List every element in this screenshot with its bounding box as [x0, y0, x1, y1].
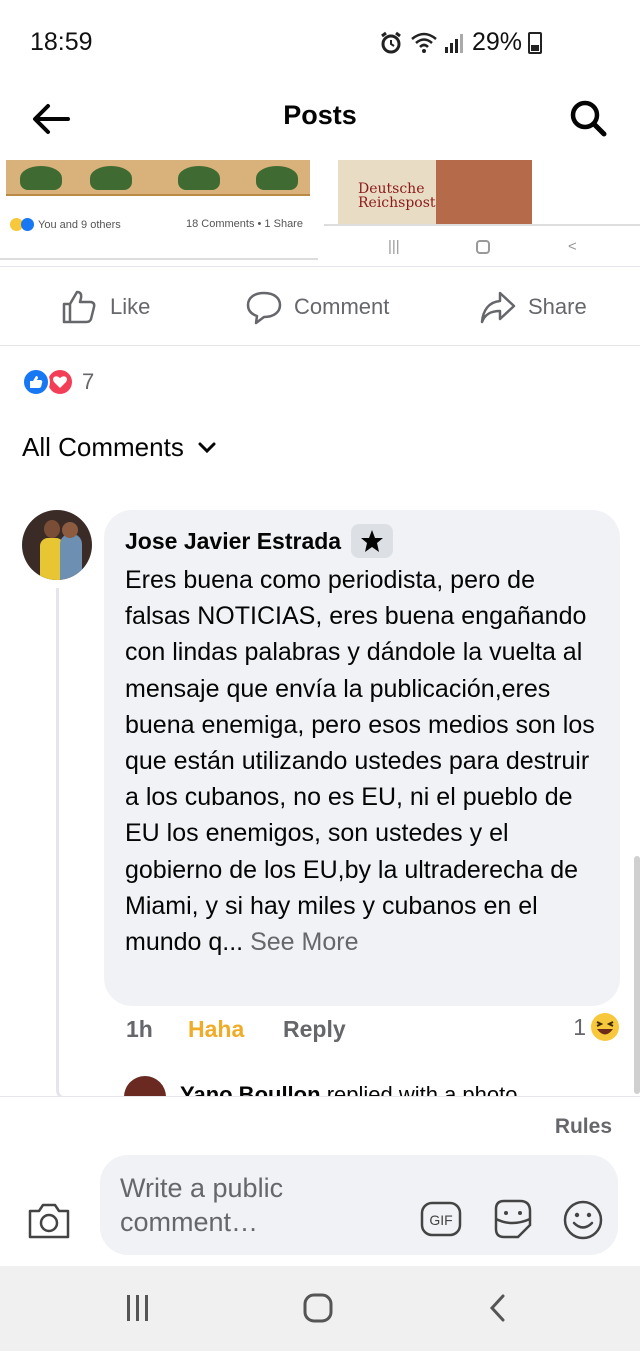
avatar[interactable]: [22, 510, 92, 580]
comments-filter-label: All Comments: [22, 432, 184, 462]
battery-percent: 29%: [472, 28, 523, 56]
system-nav-bar: [0, 1266, 640, 1351]
haha-reaction-button[interactable]: Haha: [188, 1016, 244, 1043]
comment-bubble[interactable]: Jose Javier Estrada Eres buena como peri…: [104, 510, 620, 1006]
comments-filter-dropdown[interactable]: All Comments: [22, 432, 216, 463]
page-title: Posts: [283, 100, 357, 130]
recent-apps-icon: [127, 1295, 148, 1321]
reply-avatar[interactable]: [124, 1076, 166, 1096]
back-nav-button[interactable]: [478, 1290, 518, 1326]
alarm-icon: [381, 31, 401, 53]
rules-link[interactable]: Rules: [555, 1115, 612, 1139]
svg-text:GIF: GIF: [429, 1212, 452, 1228]
status-icons: 29%: [378, 28, 543, 57]
reaction-summary[interactable]: 7: [22, 366, 94, 398]
search-icon: [570, 100, 607, 137]
gif-button[interactable]: GIF: [420, 1199, 462, 1239]
comment-text: Eres buena como periodista, pero de fals…: [125, 566, 595, 957]
top-fan-star-icon: [351, 524, 394, 558]
home-icon: [303, 1293, 333, 1323]
header: Posts: [0, 84, 640, 154]
see-more-link[interactable]: See More: [250, 928, 358, 956]
back-chevron-icon: [489, 1294, 505, 1322]
camera-icon: [28, 1203, 70, 1239]
reply-preview[interactable]: Yano Boullon replied with a photo: [124, 1074, 544, 1096]
comment-input[interactable]: Write a public comment… GIF: [100, 1155, 618, 1255]
preview-reactions: You and 9 others: [10, 218, 121, 231]
comment-button[interactable]: Comment: [246, 287, 389, 327]
signal-icon: [445, 33, 463, 53]
home-button[interactable]: [298, 1290, 338, 1326]
sticker-button[interactable]: [490, 1197, 534, 1241]
thread-line: [56, 588, 66, 1100]
author-name[interactable]: Jose Javier Estrada: [125, 528, 341, 555]
comment-composer: Rules Write a public comment… GIF: [0, 1096, 640, 1266]
gif-icon: GIF: [420, 1201, 462, 1237]
status-time: 18:59: [30, 28, 93, 56]
comment-label: Comment: [294, 294, 390, 319]
shared-post-image[interactable]: Deutsche Reichspost You and 9 others 18 …: [0, 160, 640, 266]
love-reaction-icon: [46, 368, 74, 396]
preview-image-right: Deutsche Reichspost: [338, 160, 532, 224]
battery-icon: [528, 31, 543, 54]
preview-nav-bar: ||| <: [388, 238, 577, 255]
wifi-icon: [411, 32, 437, 53]
scrollbar[interactable]: [634, 856, 640, 1094]
comment-icon: [246, 291, 282, 325]
reaction-count: 7: [82, 369, 95, 394]
like-reaction-icon: [22, 368, 50, 396]
comment-author[interactable]: Jose Javier Estrada: [125, 524, 394, 558]
recent-apps-button[interactable]: [118, 1290, 158, 1326]
haha-emoji-icon: [591, 1013, 619, 1041]
poster-text: Deutsche Reichspost: [358, 181, 436, 211]
chevron-down-icon: [198, 442, 216, 453]
reply-text: Yano Boullon replied with a photo: [180, 1082, 518, 1096]
comment-meta: 1h Haha Reply 1: [126, 1013, 620, 1048]
preview-counts: 18 Comments • 1 Share: [186, 218, 303, 230]
share-label: Share: [528, 294, 587, 319]
like-icon: [62, 290, 96, 324]
camera-button[interactable]: [26, 1201, 72, 1241]
comment-input-placeholder: Write a public comment…: [120, 1173, 284, 1237]
sticker-icon: [494, 1199, 532, 1239]
preview-image-left: [6, 160, 310, 196]
emoji-button[interactable]: [562, 1199, 604, 1241]
share-icon: [480, 291, 516, 324]
comment-reaction-count[interactable]: 1: [573, 1012, 620, 1042]
reply-button[interactable]: Reply: [283, 1016, 346, 1043]
post-action-bar: Like Comment Share: [0, 266, 640, 346]
like-label: Like: [110, 294, 151, 319]
share-button[interactable]: Share: [480, 287, 587, 327]
emoji-icon: [563, 1200, 603, 1240]
like-button[interactable]: Like: [60, 287, 150, 327]
search-button[interactable]: [564, 94, 614, 144]
status-bar: 18:59 29%: [0, 0, 640, 84]
comment-time: 1h: [126, 1016, 153, 1042]
